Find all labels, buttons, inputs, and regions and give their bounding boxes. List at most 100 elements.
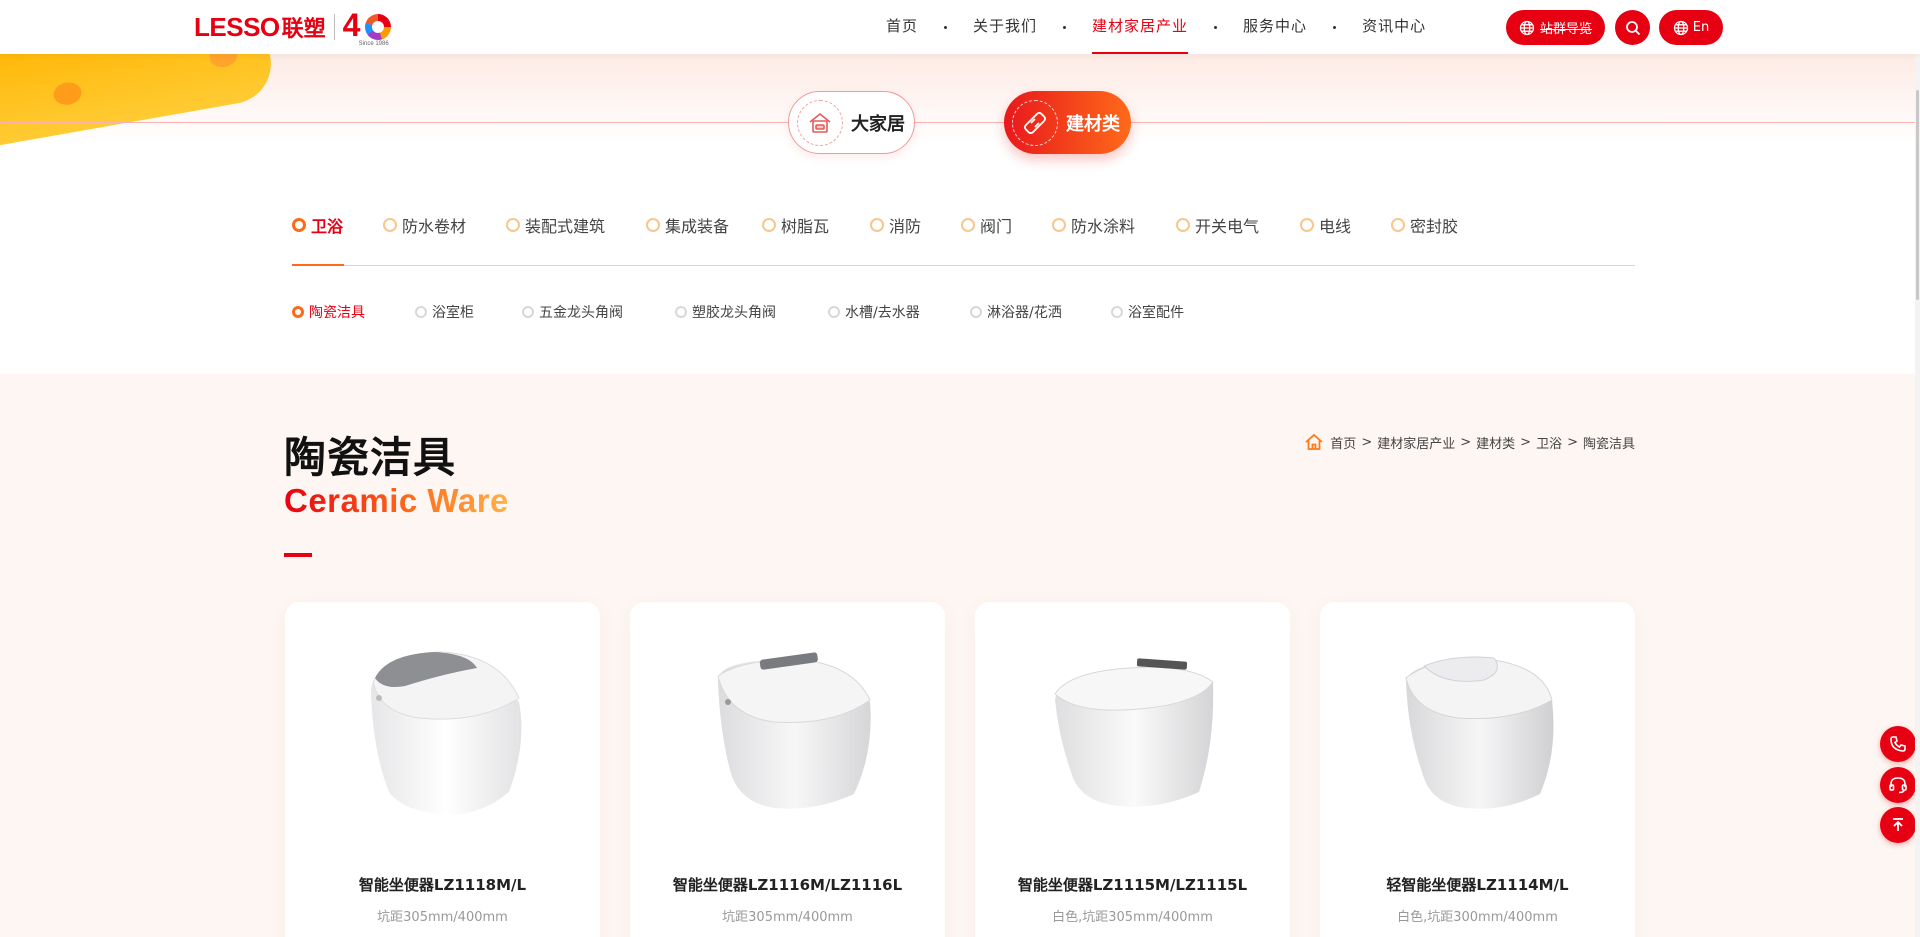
search-icon [1625, 20, 1640, 35]
product-card[interactable]: 轻智能坐便器LZ1114M/L 白色,坑距300mm/400mm [1320, 602, 1635, 937]
nav-about[interactable]: 关于我们 [973, 0, 1037, 54]
tab-radio-icon [1176, 218, 1190, 232]
product-card[interactable]: 智能坐便器LZ1118M/L 坑距305mm/400mm [285, 602, 600, 937]
subtab-metal-faucet[interactable]: 五金龙头角阀 [522, 300, 675, 324]
subtab-shower[interactable]: 淋浴器/花洒 [970, 300, 1111, 324]
toilet-product-image [717, 652, 871, 809]
globe-icon [1673, 20, 1688, 35]
site-header: LESSO 联塑 4 Since 1986 首页 关于我们 建材家居产业 服务中… [0, 0, 1920, 54]
anniversary-40-logo: 4 Since 1986 [343, 7, 395, 47]
tab-wires[interactable]: 电线 [1300, 210, 1391, 240]
nav-news[interactable]: 资讯中心 [1362, 0, 1426, 54]
toilet-product-image [1405, 656, 1554, 809]
tab-valves[interactable]: 阀门 [961, 210, 1052, 240]
product-desc: 坑距305mm/400mm [722, 910, 853, 925]
back-to-top-icon [1893, 818, 1903, 831]
tab-label: 装配式建筑 [525, 217, 606, 236]
breadcrumb-bathroom[interactable]: 卫浴 [1536, 433, 1562, 452]
tab-integrated-equipment[interactable]: 集成装备 [646, 210, 762, 240]
customer-service-button[interactable] [1880, 767, 1916, 803]
subtab-sink-drain[interactable]: 水槽/去水器 [828, 300, 970, 324]
anniversary-ring-icon [364, 14, 391, 40]
breadcrumb-industry[interactable]: 建材家居产业 [1377, 433, 1455, 452]
product-desc: 坑距305mm/400mm [377, 910, 508, 925]
title-accent-bar [284, 553, 312, 557]
tab-radio-icon [292, 218, 306, 232]
tab-fire-protection[interactable]: 消防 [870, 210, 961, 240]
tab-label: 树脂瓦 [781, 217, 830, 236]
house-icon [797, 99, 843, 146]
tab-prefab-building[interactable]: 装配式建筑 [506, 210, 646, 240]
nav-separator [944, 25, 948, 29]
subtab-radio-icon [522, 306, 534, 318]
phone-button[interactable] [1880, 726, 1916, 762]
subtab-label: 陶瓷洁具 [309, 305, 365, 321]
tab-bathroom[interactable]: 卫浴 [292, 210, 383, 266]
breadcrumb-separator: > [1567, 434, 1578, 450]
headset-icon [1889, 777, 1907, 794]
tab-radio-icon [506, 218, 520, 232]
subtab-radio-icon [828, 306, 840, 318]
tab-resin-tile[interactable]: 树脂瓦 [762, 210, 870, 240]
language-label: En [1692, 20, 1710, 35]
breadcrumb: 首页 > 建材家居产业 > 建材类 > 卫浴 > 陶瓷洁具 [1304, 432, 1635, 452]
sitemap-button[interactable]: 站群导览 [1506, 10, 1605, 45]
product-name: 智能坐便器LZ1116M/LZ1116L [672, 876, 903, 894]
category-building-label: 建材类 [1066, 113, 1120, 135]
lesso-logo[interactable]: LESSO 联塑 4 Since 1986 [194, 7, 395, 47]
category-tabs: 卫浴 防水卷材 装配式建筑 集成装备 树脂瓦 消防 阀门 防水涂料 开关电气 电… [292, 210, 1635, 266]
subtab-bathroom-cabinet[interactable]: 浴室柜 [415, 300, 522, 324]
product-card[interactable]: 智能坐便器LZ1115M/LZ1115L 白色,坑距305mm/400mm [975, 602, 1290, 937]
breadcrumb-current[interactable]: 陶瓷洁具 [1583, 433, 1635, 452]
search-button[interactable] [1615, 10, 1650, 45]
nav-home[interactable]: 首页 [886, 0, 918, 54]
tab-radio-icon [383, 218, 397, 232]
product-name: 智能坐便器LZ1118M/L [358, 876, 527, 894]
tab-label: 密封胶 [1410, 217, 1459, 236]
subtab-ceramic-ware[interactable]: 陶瓷洁具 [292, 300, 415, 324]
tab-radio-icon [1300, 218, 1314, 232]
tab-label: 防水卷材 [402, 217, 467, 236]
nav-service[interactable]: 服务中心 [1243, 0, 1307, 54]
subtab-bathroom-accessories[interactable]: 浴室配件 [1111, 300, 1211, 324]
tab-switch-electrical[interactable]: 开关电气 [1176, 210, 1300, 240]
breadcrumb-separator: > [1460, 434, 1472, 450]
logo-brand-cn: 联塑 [281, 17, 326, 42]
breadcrumb-home[interactable]: 首页 [1330, 433, 1356, 452]
tab-label: 开关电气 [1195, 217, 1260, 236]
tab-label: 阀门 [980, 217, 1013, 236]
tab-waterproof-roll[interactable]: 防水卷材 [383, 210, 506, 240]
tab-radio-icon [1052, 218, 1066, 232]
tab-waterproof-coating[interactable]: 防水涂料 [1052, 210, 1176, 240]
breadcrumb-building[interactable]: 建材类 [1476, 433, 1515, 452]
subtab-radio-icon [1111, 306, 1123, 318]
nav-separator [1333, 25, 1337, 29]
category-building-button[interactable]: 建材类 [1004, 91, 1131, 154]
tab-label: 集成装备 [665, 217, 730, 236]
subtab-radio-icon [292, 306, 304, 318]
category-home-button[interactable]: 大家居 [788, 91, 915, 154]
tab-label: 卫浴 [311, 217, 344, 236]
nav-separator [1063, 25, 1067, 29]
scrollbar-thumb[interactable] [1916, 90, 1919, 300]
page-subtitle: Ceramic Ware [284, 482, 509, 519]
subtab-label: 五金龙头角阀 [539, 305, 623, 321]
product-card[interactable]: 智能坐便器LZ1116M/LZ1116L 坑距305mm/400mm [630, 602, 945, 937]
tab-radio-icon [870, 218, 884, 232]
tab-radio-icon [1391, 218, 1405, 232]
back-to-top-button[interactable] [1880, 807, 1916, 843]
subtab-plastic-faucet[interactable]: 塑胶龙头角阀 [675, 300, 828, 324]
language-button[interactable]: En [1659, 10, 1723, 45]
nav-building-materials[interactable]: 建材家居产业 [1092, 0, 1189, 54]
product-name: 智能坐便器LZ1115M/LZ1115L [1017, 876, 1248, 894]
tab-sealant[interactable]: 密封胶 [1391, 210, 1491, 240]
home-icon [1305, 433, 1323, 450]
breadcrumb-separator: > [1361, 434, 1373, 450]
product-name: 轻智能坐便器LZ1114M/L [1386, 876, 1569, 894]
subtab-radio-icon [970, 306, 982, 318]
sitemap-label: 站群导览 [1539, 22, 1592, 37]
tab-label: 电线 [1319, 217, 1352, 236]
tab-radio-icon [646, 218, 660, 232]
subtab-label: 塑胶龙头角阀 [692, 305, 776, 321]
subtab-label: 水槽/去水器 [845, 305, 920, 321]
